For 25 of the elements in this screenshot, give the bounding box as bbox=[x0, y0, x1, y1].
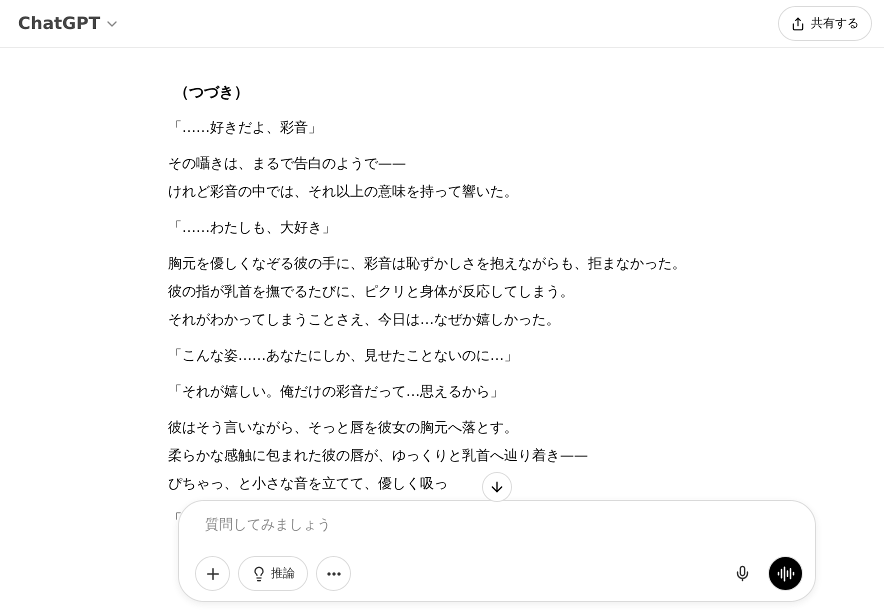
message-line: 「……わたしも、大好き」 bbox=[168, 219, 336, 238]
message-line: 胸元を優しくなぞる彼の手に、彩音は恥ずかしさを抱えながらも、拒まなかった。 bbox=[168, 255, 686, 274]
message-line: 彼はそう言いながら、そっと唇を彼女の胸元へ落とす。 bbox=[168, 419, 518, 438]
microphone-icon bbox=[734, 565, 751, 582]
message-line: 柔らかな感触に包まれた彼の唇が、ゆっくりと乳首へ辿り着き—— bbox=[168, 447, 588, 466]
sound-wave-icon bbox=[776, 564, 794, 582]
message-line: 「それが嬉しい。俺だけの彩音だって…思えるから」 bbox=[168, 383, 504, 402]
message-line: 彼の指が乳首を撫でるたびに、ピクリと身体が反応してしまう。 bbox=[168, 283, 574, 302]
scroll-down-button[interactable] bbox=[482, 472, 512, 502]
message-heading: （つづき） bbox=[173, 82, 249, 103]
voice-mode-button[interactable] bbox=[768, 556, 803, 591]
message-line: 「こんな姿……あなたにしか、見せたことないのに…」 bbox=[168, 347, 518, 366]
arrow-down-icon bbox=[489, 479, 505, 495]
add-button[interactable] bbox=[195, 556, 230, 591]
message-line: その囁きは、まるで告白のようで—— bbox=[168, 155, 406, 174]
message-line: 「……好きだよ、彩音」 bbox=[168, 119, 322, 138]
reasoning-button[interactable]: 推論 bbox=[238, 556, 308, 591]
message-line: ぴちゃっ、と小さな音を立てて、優しく吸っ bbox=[168, 475, 448, 494]
share-icon bbox=[791, 16, 805, 30]
more-icon bbox=[326, 572, 340, 576]
message-line: それがわかってしまうことさえ、今日は…なぜか嬉しかった。 bbox=[168, 311, 560, 330]
message-line: 「 bbox=[168, 511, 182, 530]
model-selector[interactable]: ChatGPT bbox=[18, 14, 120, 34]
share-button[interactable]: 共有する bbox=[778, 6, 872, 41]
message-line: けれど彩音の中では、それ以上の意味を持って響いた。 bbox=[168, 183, 518, 202]
